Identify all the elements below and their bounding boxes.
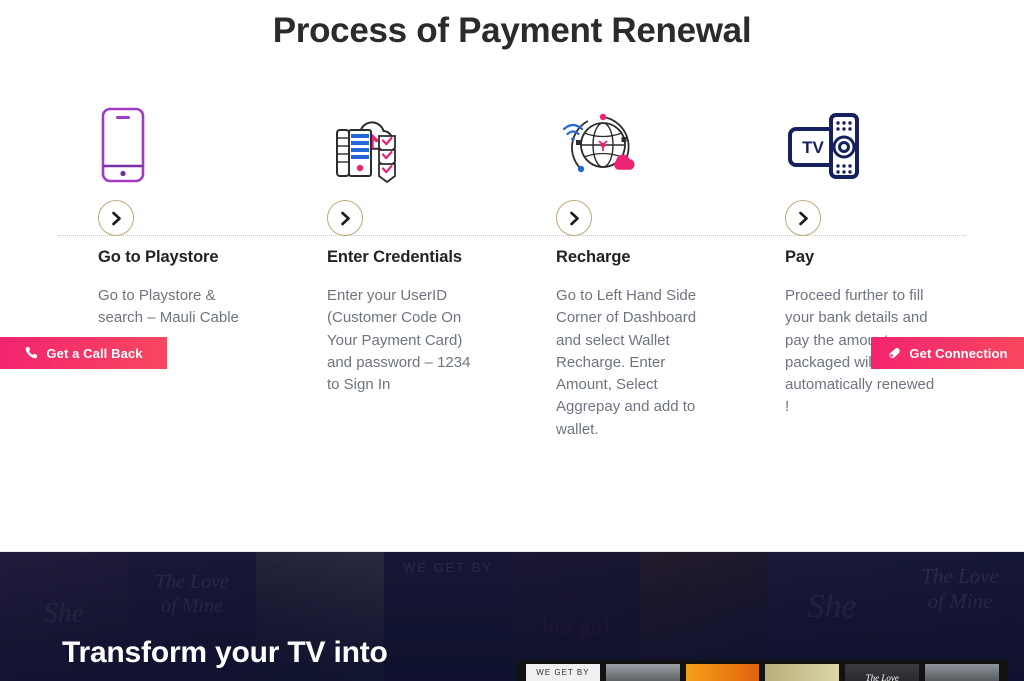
chevron-right-icon[interactable] xyxy=(785,200,821,236)
step-text-2: Enter your UserID (Customer Code On Your… xyxy=(327,287,471,394)
hero-thumbnail-caption: WE GET BY xyxy=(536,668,590,677)
step-item-3: Recharge Go to Left Hand Side Corner of … xyxy=(528,100,757,441)
chevron-right-icon[interactable] xyxy=(327,200,363,236)
step-heading-3: Recharge xyxy=(556,248,631,266)
smartphone-icon xyxy=(88,100,299,190)
step-arrow-row-2 xyxy=(317,190,528,246)
step-heading-1: Go to Playstore xyxy=(98,248,219,266)
page-title: Process of Payment Renewal xyxy=(272,11,752,50)
step-heading-2: Enter Credentials xyxy=(327,248,462,266)
hero-thumbnail-bar[interactable]: WE GET BY The Love xyxy=(518,660,1007,681)
step-text-1: Go to Playstore & search – Mauli Cable xyxy=(98,287,239,327)
step-text-3: Go to Left Hand Side Corner of Dashboard… xyxy=(556,287,697,438)
steps-container: Go to Playstore Go to Playstore & search… xyxy=(0,100,1024,441)
get-a-call-back-label: Get a Call Back xyxy=(46,345,143,361)
step-item-2: Enter Credentials Enter your UserID (Cus… xyxy=(299,100,528,441)
hero-thumbnail[interactable] xyxy=(925,664,999,681)
get-a-call-back-button[interactable]: Get a Call Back xyxy=(0,337,167,369)
phone-icon xyxy=(24,346,38,360)
step-arrow-row-3 xyxy=(546,190,757,246)
chevron-right-icon[interactable] xyxy=(556,200,592,236)
step-item-4: TV Pay Proceed further to fill your bank… xyxy=(757,100,986,441)
step-arrow-row-4 xyxy=(775,190,986,246)
page-root: Process of Payment Renewal Go to Playsto… xyxy=(0,0,1024,681)
plug-icon xyxy=(887,346,901,360)
get-connection-label: Get Connection xyxy=(909,345,1008,361)
hero-thumbnail[interactable] xyxy=(765,664,840,681)
hero-title: Transform your TV into Smart TV xyxy=(62,636,388,681)
svg-text:TV: TV xyxy=(802,138,824,157)
step-item-1: Go to Playstore Go to Playstore & search… xyxy=(70,100,299,441)
hero-thumbnail-caption: The Love xyxy=(865,673,899,681)
globe-wifi-cloud-icon xyxy=(546,100,757,190)
hero-thumbnail[interactable] xyxy=(685,664,760,681)
step-arrow-row-1 xyxy=(88,190,299,246)
server-cloud-upload-icon xyxy=(317,100,528,190)
hero-thumbnail[interactable] xyxy=(605,664,680,681)
tv-remote-icon: TV xyxy=(775,100,986,190)
hero-thumbnail[interactable]: WE GET BY xyxy=(526,664,600,681)
chevron-right-icon[interactable] xyxy=(98,200,134,236)
get-connection-button[interactable]: Get Connection xyxy=(871,337,1024,369)
step-heading-4: Pay xyxy=(785,248,815,266)
hero-thumbnail[interactable]: The Love xyxy=(845,664,920,681)
